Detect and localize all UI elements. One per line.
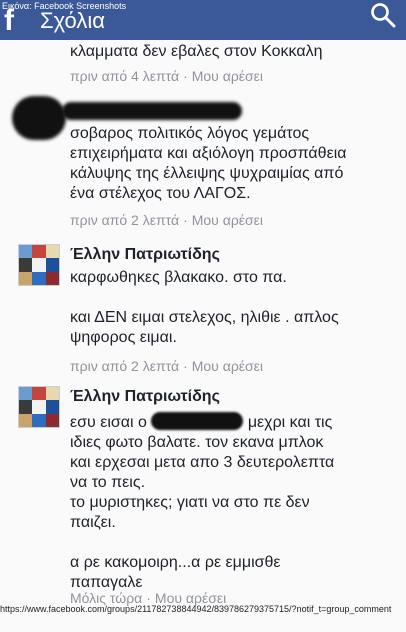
comment-meta: πριν από 2 λεπτά · Μου αρέσει xyxy=(70,212,264,228)
page-title: Σχόλια xyxy=(40,8,105,33)
comment-1: κλαμματα δεν εβαλες στον Κοκκαλη πριν απ… xyxy=(0,40,406,90)
like-link[interactable]: Μου αρέσει xyxy=(192,68,263,84)
comment-line: εσυ εισαι ο μεχρι και τις xyxy=(70,412,400,433)
redacted-avatar xyxy=(12,96,66,140)
comment-line: και ερχεσαι μετα απο 3 δευτερολεπτα xyxy=(70,454,335,471)
status-url: https://www.facebook.com/groups/21178273… xyxy=(0,604,392,614)
avatar[interactable] xyxy=(18,244,60,286)
comment-2: σοβαρος πολιτικός λόγος γεμάτος επιχειρή… xyxy=(0,94,406,234)
comment-line: α ρε κακομοιρη...α ρε εμμισθε xyxy=(70,554,281,571)
comment-3: Έλλην Πατριωτίδης καρφωθηκες βλακακο. στ… xyxy=(0,240,406,380)
comment-line: το μυριστηκες; γιατι να στο πε δεν xyxy=(70,494,310,511)
comment-line: κάλυψης της έλλειψης ψυχραιμίας από xyxy=(70,165,344,182)
comment-line: παιζει. xyxy=(70,514,116,531)
comment-time: πριν από 2 λεπτά xyxy=(70,212,180,228)
comment-line: ένα στέλεχος του ΛΑΓΟΣ. xyxy=(70,185,251,202)
comment-line: ιδιες φωτο βαλατε. τον εκανα μπλοκ xyxy=(70,434,324,451)
redacted-name xyxy=(151,412,244,430)
comment-text: καρφωθηκες βλακακο. στο πα. και ΔΕΝ ειμα… xyxy=(70,268,400,348)
comment-text: κλαμματα δεν εβαλες στον Κοκκαλη xyxy=(70,42,400,62)
comment-line: επιχειρήματα και αξιόλογη προσπάθεια xyxy=(70,145,347,162)
comment-author[interactable]: Έλλην Πατριωτίδης xyxy=(70,246,220,264)
comment-author[interactable]: Έλλην Πατριωτίδης xyxy=(70,388,220,406)
comment-meta: πριν από 4 λεπτά · Μου αρέσει xyxy=(70,68,264,84)
redacted-author-name xyxy=(62,102,242,120)
comment-line: και ΔΕΝ ειμαι στελεχος, ηλιθιε . απλος xyxy=(70,309,339,326)
comment-time: πριν από 2 λεπτά xyxy=(70,358,180,374)
comment-4: Έλλην Πατριωτίδης εσυ εισαι ο μεχρι και … xyxy=(0,382,406,606)
comment-line: καρφωθηκες βλακακο. στο πα. xyxy=(70,269,287,286)
comment-text: εσυ εισαι ο μεχρι και τις ιδιες φωτο βαλ… xyxy=(70,412,400,593)
comment-line xyxy=(70,533,400,553)
avatar[interactable] xyxy=(18,386,60,428)
comment-meta: πριν από 2 λεπτά · Μου αρέσει xyxy=(70,358,264,374)
comment-text: σοβαρος πολιτικός λόγος γεμάτος επιχειρή… xyxy=(70,124,400,204)
comment-line: σοβαρος πολιτικός λόγος γεμάτος xyxy=(70,125,310,142)
comment-line xyxy=(70,288,400,308)
top-bar: f Εικόνα: Facebook Screenshots Σχόλια xyxy=(0,0,406,40)
comment-time: πριν από 4 λεπτά xyxy=(70,68,180,84)
comment-line: να το πεις. xyxy=(70,474,146,491)
comment-line: κλαμματα δεν εβαλες στον Κοκκαλη xyxy=(70,43,323,60)
like-link[interactable]: Μου αρέσει xyxy=(192,212,263,228)
comment-line: ψηφορος ειμαι. xyxy=(70,329,177,346)
like-link[interactable]: Μου αρέσει xyxy=(192,358,263,374)
comment-line-start: εσυ εισαι ο xyxy=(70,414,147,431)
comment-line-end: μεχρι και τις xyxy=(247,414,333,431)
search-icon[interactable] xyxy=(370,2,396,28)
